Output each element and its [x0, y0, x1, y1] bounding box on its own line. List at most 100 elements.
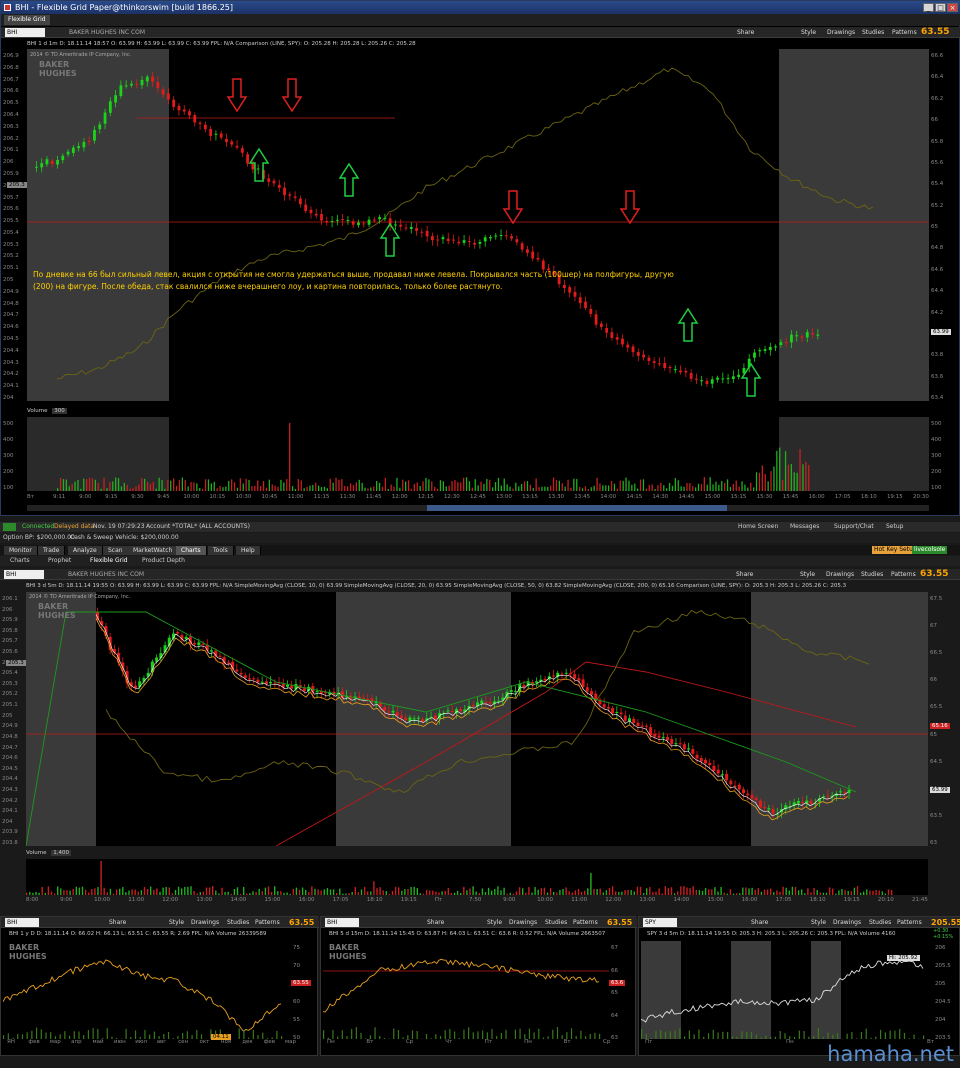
- time-tick-label: 14:45: [678, 494, 695, 500]
- volume-bar: [512, 488, 514, 491]
- tab-trade[interactable]: Trade: [38, 546, 66, 555]
- small-volume-bar: [402, 1037, 404, 1039]
- mid-volume-bar: [60, 888, 62, 895]
- small-style-button[interactable]: Style: [169, 918, 184, 927]
- small-volume-bar: [425, 1034, 428, 1039]
- style-button[interactable]: Style: [801, 28, 816, 37]
- top-price-plot[interactable]: 2014 © TD Ameritrade IP Company, Inc. BA…: [27, 49, 929, 401]
- mid-symbol-input[interactable]: BHI: [4, 570, 44, 579]
- tab-monitor[interactable]: Monitor: [4, 546, 38, 555]
- tab-tools[interactable]: Tools: [208, 546, 234, 555]
- mid-volume-header: Volume 1,400: [26, 850, 71, 856]
- small-shade: [731, 941, 771, 1039]
- small-symbol-input[interactable]: BHI: [5, 918, 39, 927]
- messages-button[interactable]: Messages: [790, 522, 819, 532]
- small-drawings-button[interactable]: Drawings: [833, 918, 861, 927]
- candle-body: [93, 129, 96, 141]
- volume-bar: [779, 447, 781, 491]
- volume-header: Volume 300: [27, 407, 67, 416]
- volume-bar: [767, 481, 769, 491]
- volume-bar: [654, 488, 656, 491]
- spy-comparison-line: [56, 67, 874, 380]
- small-studies-button[interactable]: Studies: [545, 918, 567, 927]
- small-studies-button[interactable]: Studies: [227, 918, 249, 927]
- volume-bar: [91, 478, 94, 491]
- maximize-button[interactable]: □: [935, 3, 946, 12]
- mid-copyright: 2014 © TD Ameritrade IP Company, Inc.: [29, 594, 131, 600]
- home-screen-button[interactable]: Home Screen: [738, 522, 778, 532]
- small-volume-bar: [599, 1033, 601, 1039]
- small-drawings-button[interactable]: Drawings: [509, 918, 537, 927]
- small-volume-bar: [589, 1033, 591, 1039]
- support-chat-button[interactable]: Support/Chat: [834, 522, 874, 532]
- mid-share-button[interactable]: Share: [736, 570, 753, 579]
- top-scrollbar[interactable]: [27, 505, 929, 511]
- small-drawings-button[interactable]: Drawings: [191, 918, 219, 927]
- mid-volume-bar: [391, 891, 394, 895]
- small-volume-bar: [760, 1037, 762, 1039]
- tab-flexible-grid[interactable]: Flexible Grid: [4, 15, 50, 25]
- small-volume-bar: [660, 1029, 662, 1039]
- subtab-product-depth[interactable]: Product Depth: [142, 556, 185, 566]
- studies-button[interactable]: Studies: [862, 28, 884, 37]
- tab-charts[interactable]: Charts: [176, 546, 207, 555]
- tab-analyze[interactable]: Analyze: [68, 546, 103, 555]
- small-style-button[interactable]: Style: [487, 918, 502, 927]
- mid-volume-bar: [128, 890, 130, 895]
- small-volume-bar: [519, 1028, 521, 1039]
- axis-tick-label: 64.6: [931, 266, 944, 273]
- mid-style-button[interactable]: Style: [800, 570, 815, 579]
- setup-button[interactable]: Setup: [886, 522, 903, 532]
- mid-price-plot[interactable]: 2014 © TD Ameritrade IP Company, Inc. BA…: [26, 592, 928, 846]
- close-icon[interactable]: ×: [947, 3, 958, 12]
- patterns-button[interactable]: Patterns: [892, 28, 917, 37]
- volume-bar: [535, 478, 537, 491]
- subtab-flexible-grid[interactable]: Flexible Grid: [90, 556, 128, 566]
- small-studies-button[interactable]: Studies: [869, 918, 891, 927]
- candle-body: [415, 228, 418, 231]
- volume-bar: [761, 465, 763, 491]
- mid-logo: BAKER HUGHES: [38, 602, 76, 620]
- subtab-charts[interactable]: Charts: [10, 556, 30, 566]
- time-tick-label: 13:45: [574, 494, 591, 500]
- account-select[interactable]: Account *TOTAL* (ALL ACCOUNTS): [146, 522, 250, 532]
- minimize-button[interactable]: _: [923, 3, 934, 12]
- tab-marketwatch[interactable]: MarketWatch: [128, 546, 179, 555]
- symbol-input[interactable]: BHI: [5, 28, 45, 37]
- small-patterns-button[interactable]: Patterns: [897, 918, 922, 927]
- tab-help[interactable]: Help: [236, 546, 261, 555]
- small-style-button[interactable]: Style: [811, 918, 826, 927]
- mid-volume-bar: [503, 887, 505, 895]
- small-volume-bar: [50, 1032, 52, 1039]
- small-time-label: Пт: [484, 1039, 493, 1045]
- small-patterns-button[interactable]: Patterns: [255, 918, 280, 927]
- scroll-thumb[interactable]: [427, 505, 727, 511]
- mid-volume-bar: [484, 891, 487, 895]
- small-share-button[interactable]: Share: [751, 918, 768, 927]
- mid-studies-button[interactable]: Studies: [861, 570, 883, 579]
- tab-scan[interactable]: Scan: [103, 546, 129, 555]
- volume-bar: [103, 477, 105, 491]
- candle-body: [177, 105, 181, 111]
- candle-body: [383, 217, 387, 219]
- small-symbol-input[interactable]: BHI: [325, 918, 359, 927]
- small-share-button[interactable]: Share: [109, 918, 126, 927]
- candle-body: [367, 219, 371, 225]
- volume-bar: [776, 450, 778, 491]
- time-tick-label: 19:15: [843, 897, 860, 903]
- candle-body: [299, 198, 302, 205]
- mid-patterns-button[interactable]: Patterns: [891, 570, 916, 579]
- small-symbol-input[interactable]: SPY: [643, 918, 677, 927]
- axis-tick-label: 100: [931, 485, 942, 491]
- subtab-prophet[interactable]: Prophet: [48, 556, 71, 566]
- small-patterns-button[interactable]: Patterns: [573, 918, 598, 927]
- small-share-button[interactable]: Share: [427, 918, 444, 927]
- share-button[interactable]: Share: [737, 28, 754, 37]
- top-right-axis: 66.6 66.4 66.2 66 65.8 65.6 65.4 65.2 65 64.8 64.6…: [929, 49, 959, 401]
- time-tick-label: 10:15: [209, 494, 226, 500]
- mid-volume-bar: [38, 892, 40, 895]
- candle-body: [286, 684, 289, 687]
- mid-drawings-button[interactable]: Drawings: [826, 570, 854, 579]
- small-volume-bar: [731, 1036, 734, 1039]
- drawings-button[interactable]: Drawings: [827, 28, 855, 37]
